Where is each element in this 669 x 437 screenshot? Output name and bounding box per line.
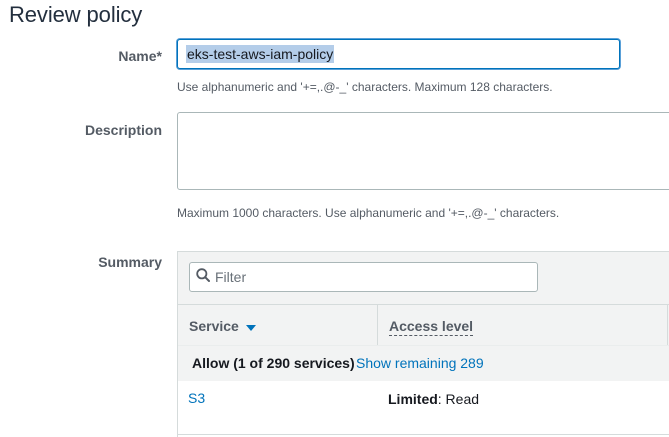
service-column-label: Service — [189, 318, 239, 334]
summary-label: Summary — [98, 254, 162, 270]
sort-desc-icon[interactable] — [245, 318, 256, 334]
policy-name-value[interactable]: eks-test-aws-iam-policy — [186, 45, 335, 63]
filter-input[interactable]: Filter — [189, 262, 538, 292]
allow-count-text: Allow (1 of 290 services) — [192, 355, 355, 371]
table-row: S3 Limited: Read — [178, 381, 669, 416]
allow-group-row: Allow (1 of 290 services) Show remaining… — [178, 345, 669, 381]
name-hint: Use alphanumeric and '+=,.@-_' character… — [177, 80, 553, 94]
column-divider — [667, 305, 668, 347]
table-bottom-divider — [177, 434, 669, 435]
summary-table: Filter Service Access level Allow (1 of … — [177, 251, 669, 437]
page-title: Review policy — [9, 2, 143, 27]
summary-table-header: Filter Service Access level — [178, 251, 669, 347]
service-link[interactable]: S3 — [188, 390, 205, 406]
access-level-value: Limited: Read — [388, 391, 479, 407]
service-column-header[interactable]: Service — [189, 318, 256, 334]
column-divider — [377, 305, 378, 347]
description-hint: Maximum 1000 characters. Use alphanumeri… — [177, 206, 560, 220]
filter-placeholder: Filter — [215, 269, 247, 285]
review-policy-page: Review policy Name* eks-test-aws-iam-pol… — [0, 0, 669, 437]
access-level-prefix: Limited — [388, 391, 438, 407]
show-remaining-link[interactable]: Show remaining 289 — [356, 355, 484, 371]
access-level-suffix: : Read — [437, 391, 480, 407]
description-textarea[interactable] — [177, 112, 669, 190]
name-label: Name* — [118, 48, 162, 64]
access-level-column-header[interactable]: Access level — [389, 318, 474, 336]
search-icon — [196, 267, 210, 287]
policy-name-input[interactable]: eks-test-aws-iam-policy — [177, 39, 620, 69]
column-header-row: Service Access level — [178, 304, 669, 347]
description-label: Description — [84, 122, 162, 138]
